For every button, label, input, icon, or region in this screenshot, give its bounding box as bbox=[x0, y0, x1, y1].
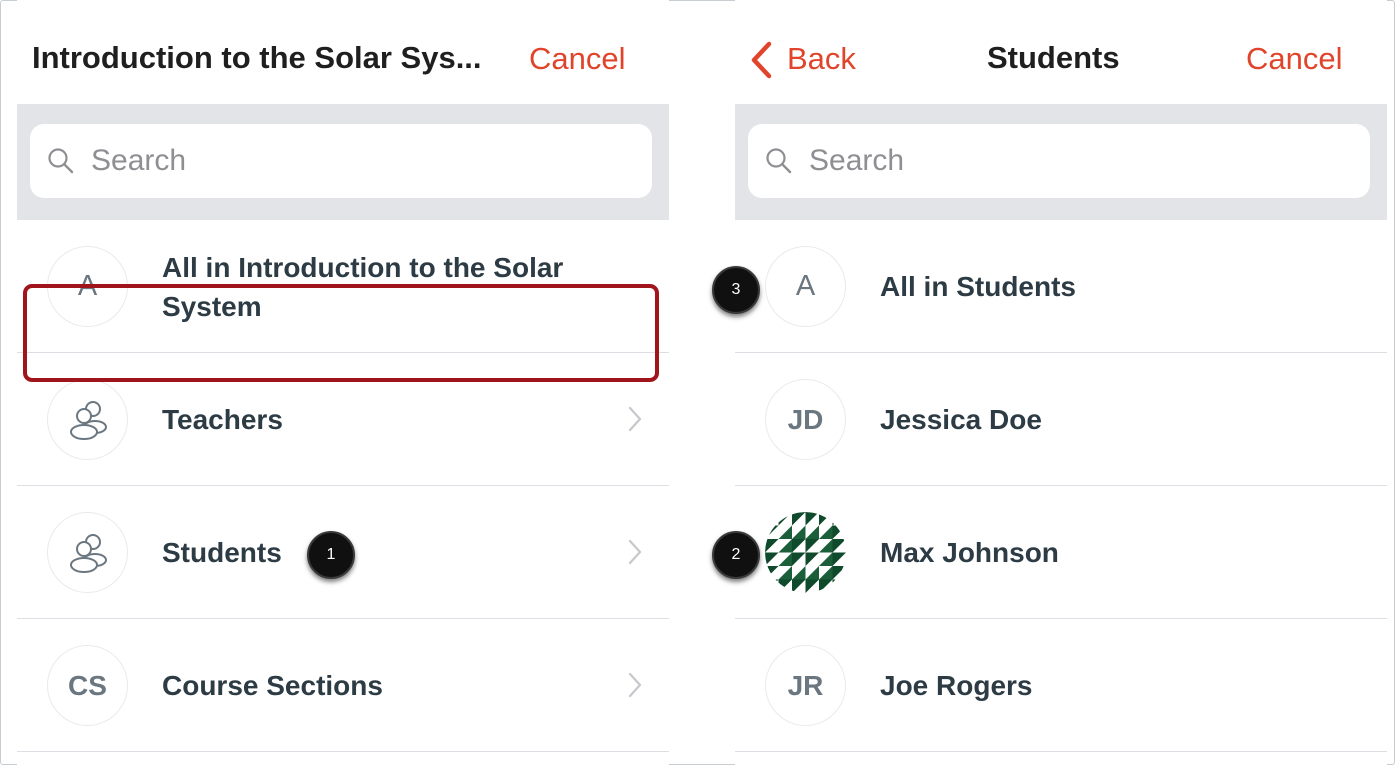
nav-bar: Introduction to the Solar Sys... Cancel bbox=[17, 0, 669, 104]
back-label: Back bbox=[787, 41, 856, 76]
callout-badge: 1 bbox=[307, 531, 355, 579]
chevron-right-icon bbox=[628, 672, 642, 698]
list-item-joe-rogers[interactable]: JR Joe Rogers bbox=[735, 619, 1387, 752]
list-item-teachers[interactable]: Teachers bbox=[17, 353, 669, 486]
callout-badge: 3 bbox=[712, 266, 760, 314]
page-title: Students bbox=[987, 40, 1120, 75]
geometric-pattern-avatar bbox=[765, 512, 846, 593]
list-item-course-sections[interactable]: CS Course Sections bbox=[17, 619, 669, 752]
list-item-label: Students bbox=[162, 537, 282, 568]
list-item-all-course[interactable]: A All in Introduction to the Solar Syste… bbox=[17, 220, 669, 353]
avatar: CS bbox=[47, 645, 128, 726]
list-item-label: Max Johnson bbox=[880, 537, 1059, 568]
list-item-jessica-doe[interactable]: JD Jessica Doe bbox=[735, 353, 1387, 486]
chevron-left-icon bbox=[751, 41, 772, 79]
chevron-right-icon bbox=[628, 539, 642, 565]
list-item-all-students[interactable]: A All in Students bbox=[735, 220, 1387, 353]
nav-bar: Back Students Cancel bbox=[735, 0, 1387, 104]
student-list: A All in Students JD Jessica Doe Max Joh… bbox=[735, 220, 1387, 752]
list-item-label: All in Students bbox=[880, 271, 1076, 302]
callout-badge: 2 bbox=[712, 531, 760, 579]
search-icon bbox=[48, 148, 74, 174]
search-placeholder: Search bbox=[809, 144, 905, 177]
search-icon bbox=[766, 148, 792, 174]
search-bar: Search bbox=[17, 104, 669, 220]
list-item-max-johnson[interactable]: Max Johnson bbox=[735, 486, 1387, 619]
search-placeholder: Search bbox=[91, 144, 187, 177]
list-item-label: Jessica Doe bbox=[880, 404, 1042, 435]
search-bar: Search bbox=[735, 104, 1387, 220]
list-item-label: Course Sections bbox=[162, 670, 383, 701]
avatar: A bbox=[765, 246, 846, 327]
recipient-list: A All in Introduction to the Solar Syste… bbox=[17, 220, 669, 752]
list-item-label: Teachers bbox=[162, 404, 283, 435]
avatar: A bbox=[47, 246, 128, 327]
avatar: JD bbox=[765, 379, 846, 460]
chevron-right-icon bbox=[628, 406, 642, 432]
avatar: JR bbox=[765, 645, 846, 726]
students-panel: Back Students Cancel Search A All in Stu… bbox=[735, 0, 1387, 765]
cancel-button[interactable]: Cancel bbox=[529, 41, 626, 77]
list-item-label: Joe Rogers bbox=[880, 670, 1033, 701]
list-item-label: All in Introduction to the Solar System bbox=[162, 252, 564, 322]
cancel-button[interactable]: Cancel bbox=[1246, 41, 1343, 77]
group-icon bbox=[47, 379, 128, 460]
recipients-panel: Introduction to the Solar Sys... Cancel … bbox=[17, 0, 669, 765]
search-input[interactable]: Search bbox=[30, 124, 652, 198]
search-input[interactable]: Search bbox=[748, 124, 1370, 198]
course-title: Introduction to the Solar Sys... bbox=[32, 40, 482, 75]
group-icon bbox=[47, 512, 128, 593]
